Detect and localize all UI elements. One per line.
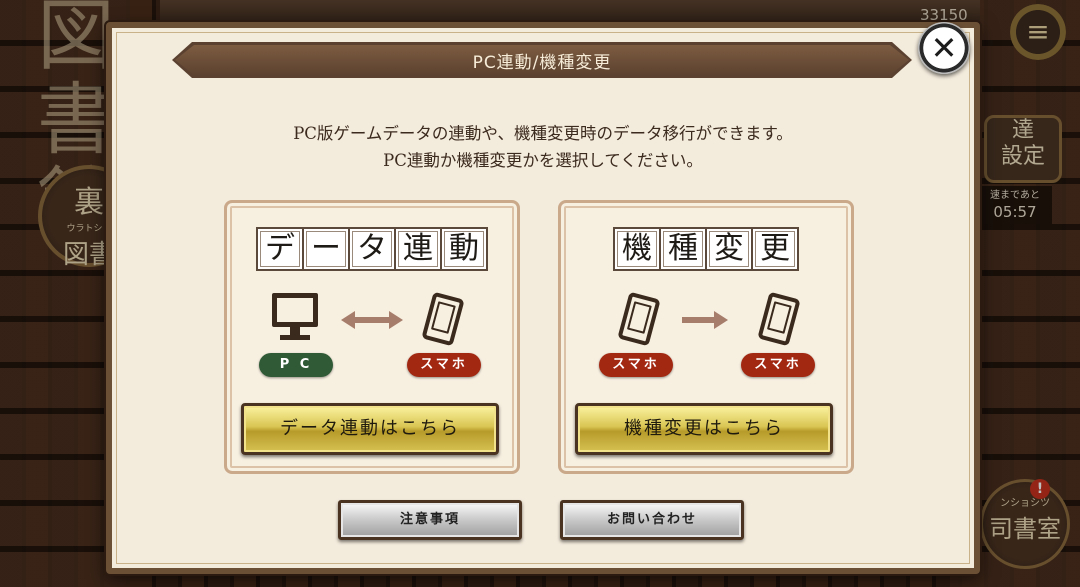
new-smartphone-label-badge: スマホ xyxy=(741,353,815,377)
smartphone-label-badge: スマホ xyxy=(407,353,481,377)
title-tile: デ xyxy=(256,227,304,271)
device-change-card: 機 種 変 更 スマホ スマホ 機種変更はこちら xyxy=(558,200,854,474)
old-smartphone-label-badge: スマホ xyxy=(599,353,673,377)
title-tile: ー xyxy=(302,227,350,271)
old-smartphone-icon xyxy=(617,291,661,347)
data-link-title-tiles: デ ー タ 連 動 xyxy=(227,227,517,271)
device-change-icons xyxy=(561,291,851,363)
new-smartphone-icon xyxy=(757,291,801,347)
title-tile: 変 xyxy=(705,227,753,271)
title-tile: タ xyxy=(348,227,396,271)
title-tile: 種 xyxy=(659,227,707,271)
title-tile: 更 xyxy=(751,227,799,271)
title-tile: 機 xyxy=(613,227,661,271)
title-tile: 動 xyxy=(440,227,488,271)
contact-button[interactable]: お問い合わせ xyxy=(560,500,744,540)
pc-label-badge: P C xyxy=(259,353,333,377)
bidirectional-arrow-icon xyxy=(341,311,403,329)
description-line-2: PC連動か機種変更かを選択してください。 xyxy=(383,151,703,170)
right-arrow-icon xyxy=(682,311,728,329)
dialog-title: PC連動/機種変更 xyxy=(472,52,612,73)
description-line-1: PC版ゲームデータの連動や、機種変更時のデータ移行ができます。 xyxy=(293,124,793,143)
title-tile: 連 xyxy=(394,227,442,271)
smartphone-icon xyxy=(421,291,465,347)
dialog-title-band: PC連動/機種変更 xyxy=(172,42,912,78)
data-link-card: デ ー タ 連 動 P C スマホ データ連動はこちら xyxy=(224,200,520,474)
close-icon: ✕ xyxy=(930,29,958,67)
device-change-button[interactable]: 機種変更はこちら xyxy=(575,403,833,455)
pc-link-dialog: PC連動/機種変更 PC版ゲームデータの連動や、機種変更時のデータ移行ができます… xyxy=(106,22,980,574)
notes-button[interactable]: 注意事項 xyxy=(338,500,522,540)
close-button[interactable]: ✕ xyxy=(918,22,970,74)
data-link-button[interactable]: データ連動はこちら xyxy=(241,403,499,455)
dialog-description: PC版ゲームデータの連動や、機種変更時のデータ移行ができます。 PC連動か機種変… xyxy=(112,120,974,174)
device-change-title-tiles: 機 種 変 更 xyxy=(561,227,851,271)
pc-monitor-icon xyxy=(272,293,324,345)
